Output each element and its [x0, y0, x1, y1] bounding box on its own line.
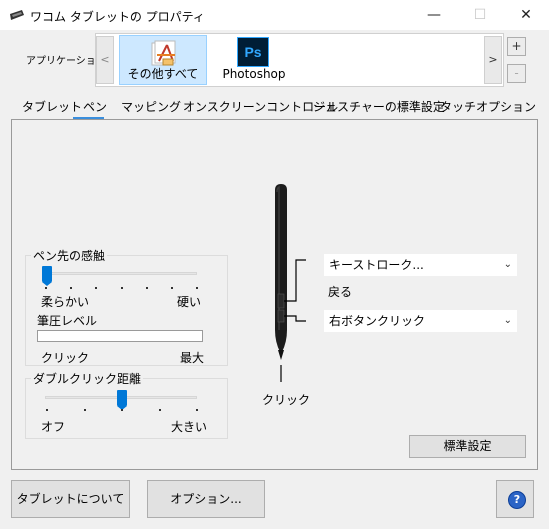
application-item-label: Photoshop [222, 67, 286, 81]
tab-gesture-defaults[interactable]: ジェスチャーの標準設定 [313, 96, 445, 118]
tick-mark [159, 409, 161, 411]
photoshop-icon: Ps [237, 37, 269, 67]
options-button[interactable]: オプション... [147, 480, 265, 518]
double-click-large-label: 大きい [171, 420, 208, 434]
tab-mapping[interactable]: マッピング [121, 96, 181, 118]
all-apps-icon [151, 40, 176, 66]
help-icon: ? [508, 491, 526, 509]
tip-feel-soft-label: 柔らかい [41, 295, 90, 309]
upper-side-button-value: キーストローク... [329, 258, 424, 272]
double-click-off-label: オフ [41, 420, 66, 434]
tick-mark [121, 287, 123, 289]
tick-mark [146, 287, 148, 289]
chevron-down-icon: ⌄ [503, 259, 512, 270]
tablet-app-icon [10, 10, 24, 20]
pen-illustration [275, 184, 306, 382]
pen-tip-label: クリック [262, 393, 311, 407]
application-next-button[interactable]: > [484, 36, 502, 84]
help-button[interactable]: ? [496, 480, 534, 518]
pressure-level-label: 筆圧レベル [37, 314, 98, 328]
tab-bar: タブレット ペン マッピング オンスクリーンコントロール ジェスチャーの標準設定… [11, 96, 538, 118]
double-click-distance-label: ダブルクリック距離 [31, 370, 144, 387]
tab-tablet[interactable]: タブレット [22, 96, 82, 118]
application-item-photoshop[interactable]: Ps Photoshop [218, 35, 290, 83]
tip-feel-label: ペン先の感触 [31, 247, 108, 264]
tick-mark [196, 287, 198, 289]
lower-side-button-dropdown[interactable]: 右ボタンクリック ⌄ [324, 310, 517, 332]
remove-application-button[interactable]: - [507, 64, 526, 83]
tick-mark [121, 409, 123, 411]
application-prev-button[interactable]: < [96, 36, 114, 84]
title-bar: ワコム タブレットの プロパティ — ☐ ✕ [0, 0, 549, 30]
double-click-slider[interactable] [117, 390, 127, 410]
tip-feel-slider[interactable] [42, 266, 52, 286]
minimize-button[interactable]: — [411, 0, 457, 30]
window-title: ワコム タブレットの プロパティ [30, 10, 205, 24]
upper-side-button-detail: 戻る [328, 285, 353, 299]
tab-touch-options[interactable]: タッチオプション [440, 96, 536, 118]
close-button[interactable]: ✕ [503, 0, 549, 30]
pressure-click-label: クリック [41, 351, 90, 365]
active-tab-indicator [73, 117, 104, 119]
chevron-down-icon: ⌄ [503, 315, 512, 326]
tick-mark [45, 287, 47, 289]
add-application-button[interactable]: + [507, 37, 526, 56]
upper-side-button-dropdown[interactable]: キーストローク... ⌄ [324, 254, 517, 276]
default-button[interactable]: 標準設定 [409, 435, 526, 458]
application-item-label: その他すべて [127, 67, 199, 81]
pressure-max-label: 最大 [180, 351, 205, 365]
tab-pen[interactable]: ペン [83, 96, 107, 118]
tick-mark [95, 287, 97, 289]
tick-mark [84, 409, 86, 411]
pressure-level-bar [37, 330, 203, 342]
lower-side-button-value: 右ボタンクリック [329, 314, 426, 328]
tick-mark [196, 409, 198, 411]
tick-mark [171, 287, 173, 289]
tip-feel-track [45, 272, 197, 275]
tip-feel-firm-label: 硬い [177, 295, 202, 309]
about-tablet-button[interactable]: タブレットについて [11, 480, 130, 518]
application-item-all[interactable]: その他すべて [119, 35, 207, 85]
tick-mark [70, 287, 72, 289]
tick-mark [46, 409, 48, 411]
maximize-button: ☐ [473, 7, 487, 23]
